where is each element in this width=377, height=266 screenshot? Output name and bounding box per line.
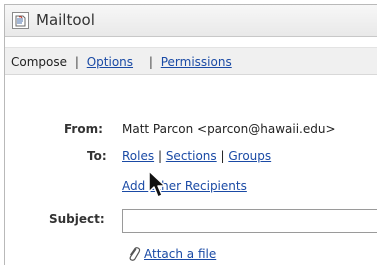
- toolbar: Compose | Options | Permissions: [5, 47, 377, 75]
- groups-link[interactable]: Groups: [228, 149, 271, 163]
- roles-link[interactable]: Roles: [122, 149, 154, 163]
- subject-label: Subject:: [49, 212, 105, 226]
- toolbar-separator: |: [74, 55, 79, 69]
- options-link[interactable]: Options: [87, 55, 133, 69]
- toolbar-separator: |: [148, 55, 153, 69]
- attach-file-link[interactable]: Attach a file: [144, 247, 216, 261]
- to-separator: |: [220, 149, 225, 163]
- permissions-link[interactable]: Permissions: [161, 55, 232, 69]
- from-value: Matt Parcon <parcon@hawaii.edu>: [122, 122, 336, 136]
- sections-link[interactable]: Sections: [166, 149, 217, 163]
- compose-tab[interactable]: Compose: [11, 55, 67, 69]
- from-label: From:: [64, 122, 103, 136]
- paperclip-icon: [127, 246, 141, 262]
- mouse-pointer-icon: [148, 170, 170, 200]
- subject-input[interactable]: [122, 209, 377, 233]
- add-other-recipients-link[interactable]: Add other Recipients: [122, 179, 247, 193]
- to-separator: |: [157, 149, 162, 163]
- title-bar: Mailtool: [5, 5, 377, 37]
- to-label: To:: [87, 149, 107, 163]
- mail-document-icon: [12, 12, 29, 29]
- to-recipient-links: Roles | Sections | Groups: [122, 149, 271, 163]
- window-title: Mailtool: [36, 11, 95, 29]
- mailtool-panel: Mailtool Compose | Options | Permissions…: [4, 4, 377, 265]
